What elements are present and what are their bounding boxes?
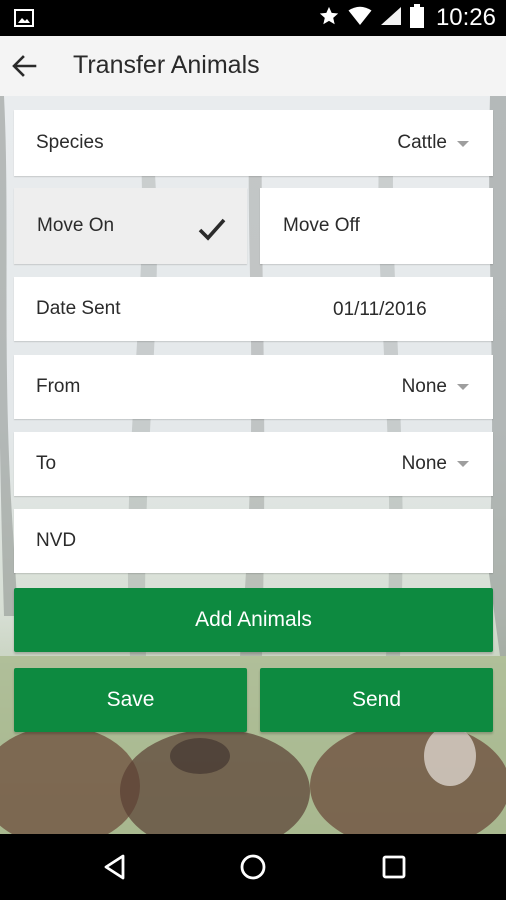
back-icon[interactable] bbox=[100, 852, 130, 882]
status-bar: 10:26 bbox=[0, 0, 506, 36]
dropdown-arrow-icon bbox=[457, 461, 469, 467]
from-label: From bbox=[36, 376, 81, 397]
app-bar: Transfer Animals bbox=[0, 36, 506, 96]
nvd-label: NVD bbox=[36, 530, 77, 551]
species-selector[interactable]: Species Cattle bbox=[14, 110, 493, 176]
date-sent-field[interactable]: Date Sent 01/11/2016 bbox=[14, 277, 493, 341]
signal-icon bbox=[380, 6, 402, 31]
from-selector[interactable]: From None bbox=[14, 355, 493, 419]
to-label: To bbox=[36, 453, 57, 474]
dropdown-arrow-icon bbox=[457, 384, 469, 390]
wifi-icon bbox=[348, 6, 372, 31]
move-on-label: Move On bbox=[37, 215, 115, 236]
page-title: Transfer Animals bbox=[73, 51, 260, 79]
date-sent-value: 01/11/2016 bbox=[333, 299, 427, 320]
image-notification-icon bbox=[14, 9, 34, 27]
species-label: Species bbox=[36, 132, 104, 153]
star-icon bbox=[318, 5, 340, 32]
status-time: 10:26 bbox=[435, 4, 496, 31]
back-arrow-icon[interactable] bbox=[10, 52, 38, 80]
dropdown-arrow-icon bbox=[457, 141, 469, 147]
navigation-bar bbox=[0, 834, 506, 900]
checkmark-icon bbox=[197, 216, 227, 247]
move-on-toggle[interactable]: Move On bbox=[14, 188, 247, 264]
recents-icon[interactable] bbox=[379, 852, 409, 882]
move-off-toggle[interactable]: Move Off bbox=[260, 188, 493, 264]
add-animals-button[interactable]: Add Animals bbox=[14, 588, 493, 652]
save-button[interactable]: Save bbox=[14, 668, 247, 732]
date-sent-label: Date Sent bbox=[36, 298, 121, 319]
species-value: Cattle bbox=[397, 132, 447, 153]
send-button[interactable]: Send bbox=[260, 668, 493, 732]
nvd-field[interactable]: NVD bbox=[14, 509, 493, 573]
home-icon[interactable] bbox=[238, 852, 268, 882]
to-value: None bbox=[401, 453, 447, 474]
to-selector[interactable]: To None bbox=[14, 432, 493, 496]
battery-icon bbox=[409, 3, 424, 33]
from-value: None bbox=[401, 376, 447, 397]
move-off-label: Move Off bbox=[283, 215, 360, 236]
